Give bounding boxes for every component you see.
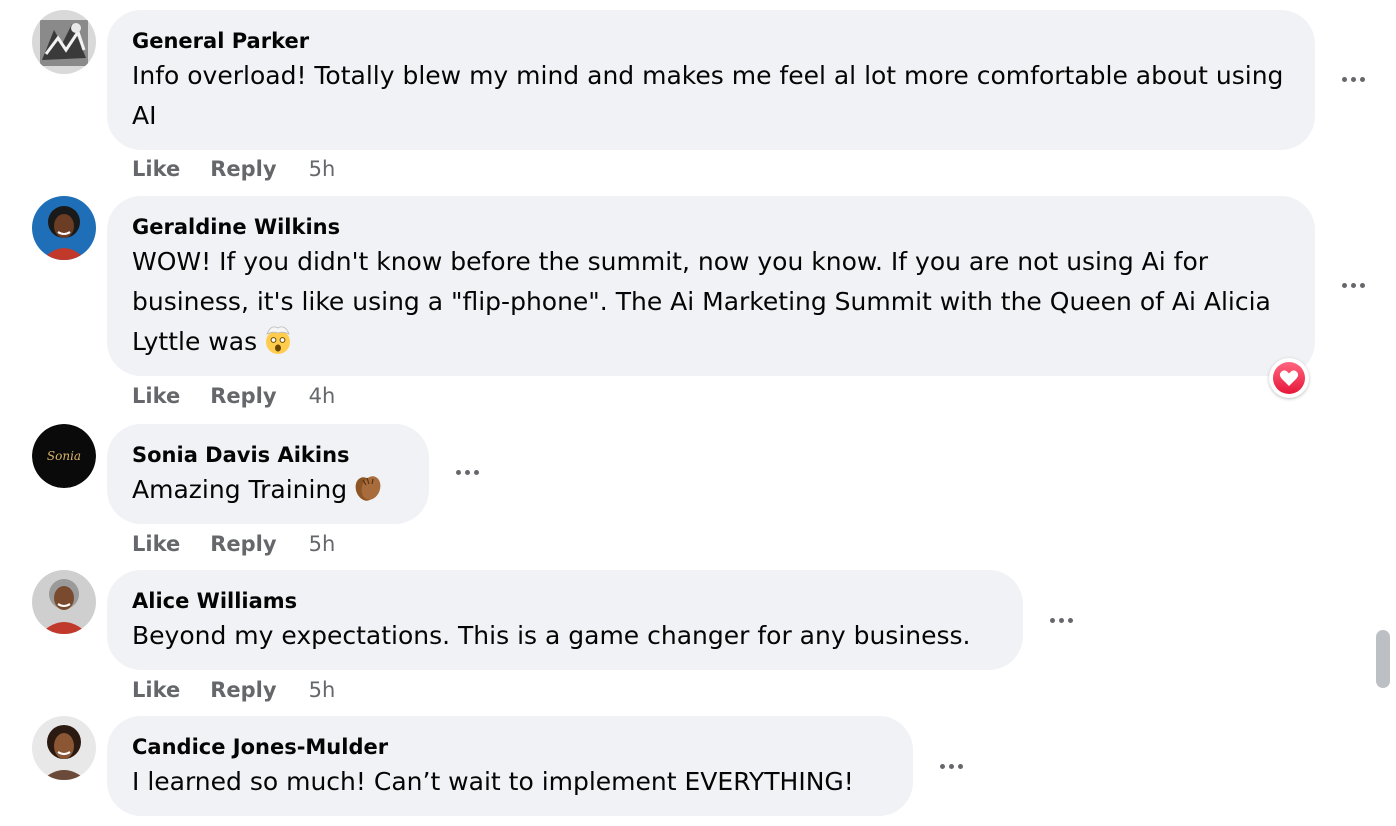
comment-text: Beyond my expectations. This is a game c… [132, 621, 971, 650]
comment-author[interactable]: Sonia Davis Aikins [132, 440, 404, 470]
love-heart-icon [1273, 362, 1305, 394]
exploding-head-icon [261, 322, 295, 356]
avatar[interactable] [32, 10, 96, 74]
more-options-icon[interactable] [1041, 608, 1081, 632]
comment-bubble: Sonia Davis Aikins Amazing Training [107, 424, 429, 524]
avatar[interactable]: Sonia [32, 424, 96, 488]
comment-text: Amazing Training [132, 470, 404, 510]
avatar[interactable] [32, 716, 96, 780]
avatar[interactable] [32, 196, 96, 260]
comment-bubble: Candice Jones-Mulder I learned so much! … [107, 716, 913, 816]
comment-author[interactable]: Geraldine Wilkins [132, 212, 1290, 242]
more-options-icon[interactable] [931, 754, 971, 778]
comments-section: General Parker Info overload! Totally bl… [0, 0, 1396, 826]
reply-button[interactable]: Reply [210, 529, 276, 559]
like-button[interactable]: Like [132, 381, 180, 411]
reply-button[interactable]: Reply [210, 154, 276, 184]
more-options-icon[interactable] [1333, 67, 1373, 91]
scrollbar-thumb[interactable] [1376, 630, 1390, 688]
comment-text: Info overload! Totally blew my mind and … [132, 61, 1284, 130]
comment-actions: Like Reply 4h [132, 381, 335, 411]
avatar[interactable] [32, 570, 96, 634]
comment-text-content: Amazing Training [132, 475, 348, 504]
like-button[interactable]: Like [132, 529, 180, 559]
comment-bubble: Geraldine Wilkins WOW! If you didn't kno… [107, 196, 1315, 376]
comment-bubble: Alice Williams Beyond my expectations. T… [107, 570, 1023, 670]
reply-button[interactable]: Reply [210, 675, 276, 705]
comment-text: WOW! If you didn't know before the summi… [132, 242, 1290, 362]
more-options-icon[interactable] [447, 460, 487, 484]
comment-timestamp[interactable]: 5h [309, 154, 336, 184]
reply-button[interactable]: Reply [210, 381, 276, 411]
more-options-icon[interactable] [1333, 273, 1373, 297]
comment-actions: Like Reply 5h [132, 154, 335, 184]
comment-timestamp[interactable]: 5h [309, 675, 336, 705]
comment-text-content: WOW! If you didn't know before the summi… [132, 247, 1271, 356]
like-button[interactable]: Like [132, 154, 180, 184]
comment-bubble: General Parker Info overload! Totally bl… [107, 10, 1315, 150]
avatar-text: Sonia [47, 449, 81, 463]
comment-author[interactable]: Alice Williams [132, 586, 998, 616]
comment-author[interactable]: General Parker [132, 26, 1290, 56]
reaction-badge[interactable] [1269, 358, 1309, 398]
comment-timestamp[interactable]: 5h [309, 529, 336, 559]
comment-actions: Like Reply 5h [132, 529, 335, 559]
comment-author[interactable]: Candice Jones-Mulder [132, 732, 888, 762]
comment-actions: Like Reply 5h [132, 675, 335, 705]
clapping-hands-icon [351, 470, 385, 504]
like-button[interactable]: Like [132, 675, 180, 705]
comment-text: I learned so much! Can’t wait to impleme… [132, 767, 854, 796]
comment-timestamp[interactable]: 4h [309, 381, 336, 411]
